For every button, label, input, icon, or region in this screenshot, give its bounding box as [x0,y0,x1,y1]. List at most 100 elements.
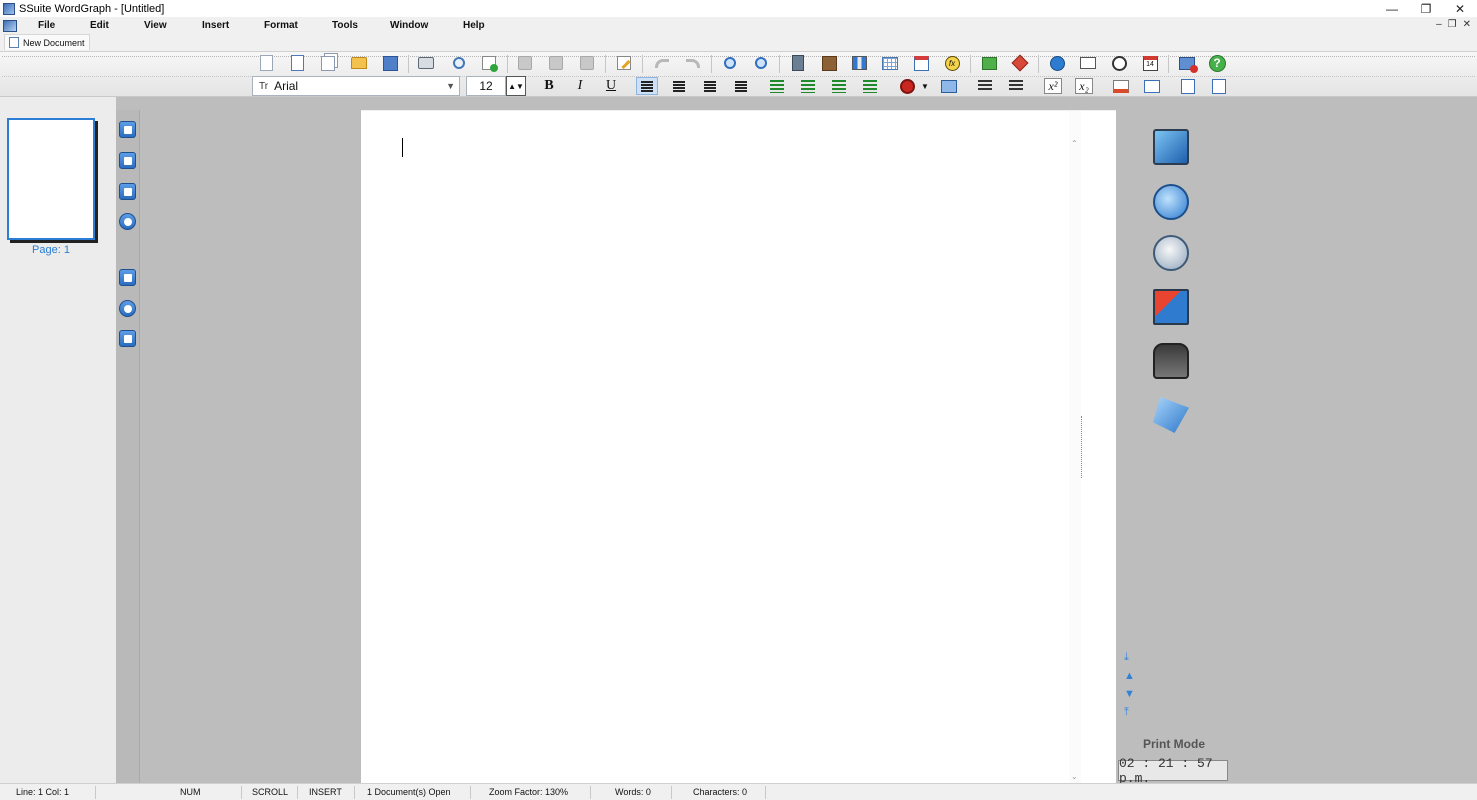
italic-button[interactable]: I [569,77,591,95]
vertical-scrollbar[interactable]: ⌃ ⌄ [1069,111,1081,783]
next-page-icon[interactable]: ▼ [1124,689,1135,700]
text-box-button[interactable] [1141,77,1163,95]
side-document-button[interactable] [119,121,136,138]
new-edit-button[interactable] [287,53,307,73]
binoculars-icon[interactable] [1153,343,1189,379]
email-button[interactable] [1078,53,1098,73]
side-clock-button[interactable] [119,213,136,230]
insert-table-button[interactable] [880,53,900,73]
copy-button[interactable] [546,53,566,73]
menu-help[interactable]: Help [463,20,485,31]
first-page-icon[interactable]: ⤓ [1124,652,1135,663]
restore-button[interactable]: ❐ [1409,0,1443,17]
scroll-up-icon[interactable]: ⌃ [1071,139,1078,148]
thesaurus-icon[interactable] [1153,235,1189,271]
insert-formula-button[interactable]: fx [942,53,962,73]
redo-button[interactable] [683,53,703,73]
menu-insert[interactable]: Insert [202,20,229,31]
space-before-button[interactable] [828,77,850,95]
new-document-button[interactable] [256,53,276,73]
help-question-icon[interactable] [1153,184,1189,220]
insert-calendar-button[interactable] [911,53,931,73]
image-icon [821,55,837,71]
page-thumbnail[interactable] [7,118,95,240]
font-name-select[interactable]: Tr Arial ▼ [252,76,460,96]
justify-button[interactable] [730,77,752,95]
zoom-in-button[interactable] [720,53,740,73]
mdi-close-button[interactable]: ✕ [1463,19,1471,30]
highlight-dropdown[interactable]: ▼ [918,77,932,95]
exit-button[interactable] [1177,53,1198,73]
insert-date-button[interactable]: 14 [1140,53,1160,73]
menu-edit[interactable]: Edit [90,20,109,31]
document-menu-icon[interactable] [3,19,17,32]
insert-object-button[interactable] [979,53,999,73]
highlight-button[interactable] [896,77,918,95]
last-page-icon[interactable]: ⤒ [1124,707,1135,718]
page-up-button[interactable] [1177,77,1199,95]
undo-button[interactable] [652,53,672,73]
bulleted-list-button[interactable] [1005,77,1027,95]
printer-icon [418,57,434,69]
subscript-button[interactable]: x₂ [1073,77,1095,95]
numbered-list-button[interactable] [974,77,996,95]
align-center-button[interactable] [668,77,690,95]
splitter-grip[interactable] [1081,416,1083,478]
menu-tools[interactable]: Tools [332,20,358,31]
align-left-button[interactable] [636,77,658,95]
minimize-button[interactable]: — [1375,0,1409,17]
insert-symbol-button[interactable] [1010,53,1030,73]
indent-decrease-button[interactable] [797,77,819,95]
arrow-tool-icon[interactable] [1153,397,1189,433]
align-right-button[interactable] [699,77,721,95]
duplicate-button[interactable] [318,53,338,73]
underline-button[interactable]: U [600,77,622,95]
close-button[interactable]: ✕ [1443,0,1477,17]
page-next-button[interactable] [1208,77,1230,95]
side-edit-button[interactable] [119,152,136,169]
edit-text-button[interactable] [614,53,634,73]
paste-icon [580,56,594,70]
menu-view[interactable]: View [144,20,167,31]
superscript-button[interactable]: x² [1042,77,1064,95]
document-page[interactable] [361,111,1069,783]
bold-button[interactable]: B [538,77,560,95]
text-color-button[interactable] [1110,77,1132,95]
insert-image-button[interactable] [819,53,839,73]
web-link-button[interactable] [1047,53,1067,73]
space-after-button[interactable] [859,77,881,95]
help-button[interactable]: ? [1207,53,1227,73]
print-button[interactable] [416,53,436,73]
open-button[interactable] [349,53,369,73]
tab-new-document[interactable]: New Document [4,34,90,50]
scroll-down-icon[interactable]: ⌄ [1071,772,1078,781]
font-size-input[interactable]: 12 [466,76,506,96]
previous-page-icon[interactable]: ▲ [1124,671,1135,682]
chevron-down-icon[interactable]: ▼ [446,81,455,91]
font-styles-icon[interactable] [1153,289,1189,325]
side-web-button[interactable] [119,300,136,317]
menu-window[interactable]: Window [390,20,428,31]
menu-format[interactable]: Format [264,20,298,31]
menu-file[interactable]: File [38,20,55,31]
clock-display: 02 : 21 : 57 p.m. [1118,756,1228,786]
side-film-button[interactable] [119,330,136,347]
panel-splitter[interactable] [1081,111,1116,783]
indent-increase-button[interactable] [766,77,788,95]
font-size-spinner[interactable]: ▲▼ [506,76,526,96]
insert-video-button[interactable] [788,53,808,73]
print-preview-button[interactable] [449,53,469,73]
save-button[interactable] [380,53,400,73]
background-button[interactable] [938,77,960,95]
computers-icon[interactable] [1153,129,1189,165]
spell-check-button[interactable] [479,53,499,73]
insert-time-button[interactable] [1109,53,1129,73]
zoom-out-button[interactable] [751,53,771,73]
mdi-restore-button[interactable]: ❐ [1448,19,1457,30]
paste-button[interactable] [577,53,597,73]
side-comment-button[interactable] [119,183,136,200]
cut-button[interactable] [515,53,535,73]
mdi-minimize-button[interactable]: – [1436,19,1442,30]
side-print-button[interactable] [119,269,136,286]
insert-chart-button[interactable] [849,53,869,73]
